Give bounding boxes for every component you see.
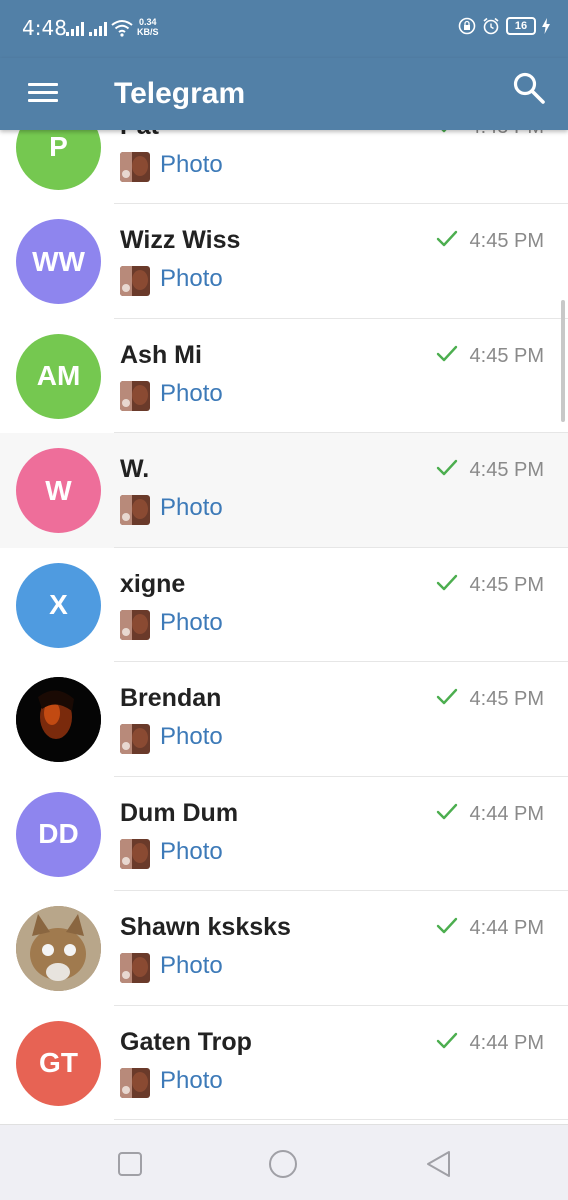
chat-row[interactable]: AM Ash Mi 4:45 PM Photo [0,318,568,433]
chat-time: 4:45 PM [469,344,544,367]
avatar[interactable] [16,906,101,991]
check-icon [436,459,458,476]
recent-apps-button[interactable] [115,1149,145,1179]
status-icons: 16 [458,17,550,35]
avatar-initials: GT [39,1047,78,1078]
speed-value: 0.34 [138,17,157,27]
avatar[interactable]: DD [16,791,101,877]
chat-row[interactable]: GT Gaten Trop 4:44 PM Photo [0,1005,568,1120]
chat-time: 4:45 PM [469,573,544,596]
network-speed: 0.34 KB/S [137,17,159,37]
message-preview: Photo [160,265,223,292]
photo-thumbnail [120,953,150,983]
message-preview: Photo [160,952,223,979]
chat-row[interactable]: Brendan 4:45 PM Photo [0,662,568,777]
check-icon [436,230,458,247]
avatar-initials: X [49,589,68,620]
chat-time: 4:44 PM [469,917,544,939]
avatar-initials: WW [32,245,85,277]
photo-thumbnail [120,151,150,182]
navigation-bar [0,1124,568,1200]
message-preview: Photo [160,150,223,178]
chat-time: 4:45 PM [469,459,544,481]
divider [114,1119,568,1120]
menu-icon[interactable] [28,77,60,109]
wifi-icon [111,20,133,37]
speed-unit: KB/S [137,27,159,37]
chat-time: 4:44 PM [469,802,544,825]
back-button[interactable] [424,1149,454,1179]
chat-row[interactable]: W W. 4:45 PM Photo [0,433,568,548]
alarm-icon [483,17,499,35]
chat-row[interactable]: DD Dum Dum 4:44 PM Photo [0,776,568,891]
check-icon [436,345,458,361]
chat-name: Ash Mi [120,340,202,369]
avatar[interactable]: GT [16,1020,101,1106]
check-icon [436,917,458,934]
message-preview: Photo [160,379,223,407]
chat-name: W. [120,455,150,483]
check-icon [436,688,458,705]
chat-name: Shawn ksksks [120,913,291,941]
scrollbar[interactable] [561,300,565,422]
check-icon [436,574,458,590]
chat-name: xigne [120,569,186,598]
chat-name: Brendan [120,684,222,712]
photo-thumbnail [120,838,150,869]
status-time: 4:48 [22,16,67,40]
chat-row[interactable]: Shawn ksksks 4:44 PM Photo [0,891,568,1006]
avatar-initials: P [49,131,68,162]
app-title: Telegram [114,77,246,110]
status-bar: 4:48 0.34 KB/S 16 [0,0,568,58]
app-bar: Telegram [0,58,568,130]
message-preview: Photo [160,1066,223,1094]
chat-list[interactable]: PPat4:45 PMPhotoWWWizz Wiss4:45 PMPhotoA… [0,90,568,1124]
lock-rotation-icon [458,17,476,35]
chat-time: 4:44 PM [469,1031,544,1054]
avatar[interactable] [16,677,101,762]
avatar[interactable]: W [16,448,101,533]
chat-time: 4:45 PM [469,230,544,252]
chat-name: Dum Dum [120,798,239,827]
battery-level: 16 [514,20,528,32]
avatar-initials: W [45,474,72,506]
photo-thumbnail [120,1067,150,1098]
signal-icon [66,22,84,36]
avatar[interactable]: X [16,562,101,648]
chat-name: Wizz Wiss [120,226,241,254]
check-icon [436,803,458,819]
search-icon[interactable] [512,71,546,105]
check-icon [436,1032,458,1048]
avatar-initials: AM [36,360,81,391]
avatar[interactable]: AM [16,333,101,419]
message-preview: Photo [160,837,223,865]
avatar-photo [16,906,101,991]
charging-icon [542,18,550,34]
photo-thumbnail [120,266,150,296]
message-preview: Photo [160,608,223,636]
chat-time: 4:45 PM [469,688,544,710]
message-preview: Photo [160,723,223,750]
avatar[interactable]: WW [16,219,101,304]
signal-icon [89,22,107,36]
battery-indicator: 16 [506,17,536,35]
avatar-initials: DD [38,818,79,849]
avatar-photo [16,677,101,762]
photo-thumbnail [120,495,150,525]
photo-thumbnail [120,609,150,640]
chat-row[interactable]: Xxigne 4:45 PM Photo [0,547,568,662]
photo-thumbnail [120,380,150,411]
message-preview: Photo [160,494,223,521]
photo-thumbnail [120,724,150,754]
chat-name: Gaten Trop [120,1027,252,1056]
chat-row[interactable]: WW Wizz Wiss 4:45 PM Photo [0,204,568,319]
home-button[interactable] [268,1149,298,1179]
